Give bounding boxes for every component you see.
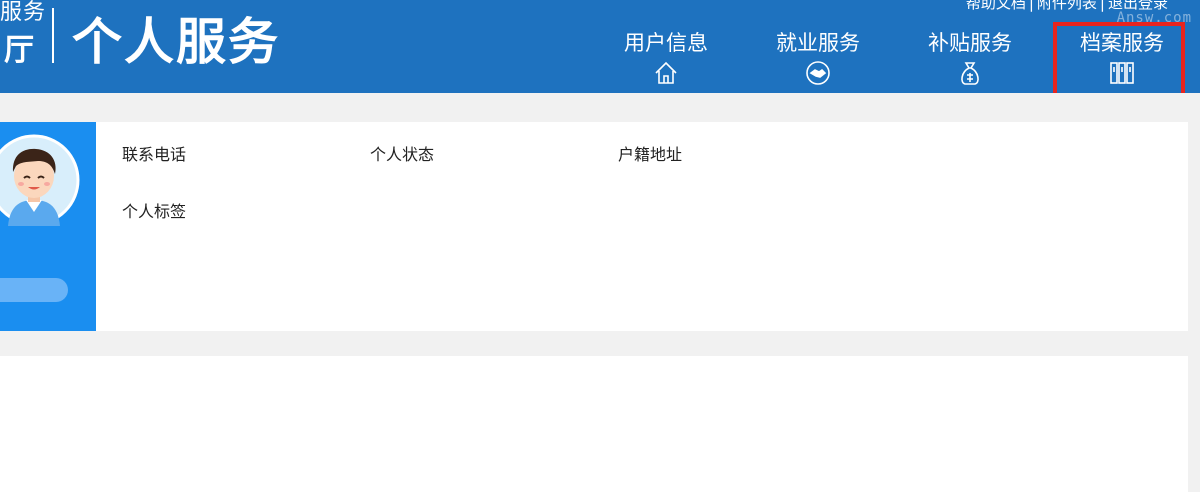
logo-divider	[52, 8, 54, 63]
page-title: 个人服务	[72, 12, 280, 71]
address-label: 户籍地址	[618, 145, 683, 164]
profile-sidebar	[0, 122, 96, 331]
nav-employment-label: 就业服务	[776, 31, 860, 55]
home-icon	[655, 61, 677, 84]
status-label: 个人状态	[370, 145, 435, 164]
avatar	[0, 134, 80, 226]
edit-profile-pill[interactable]	[0, 278, 68, 302]
content-panel	[0, 356, 1188, 492]
profile-card: 联系电话 个人状态 户籍地址 个人标签	[0, 122, 1188, 331]
tags-label: 个人标签	[122, 202, 187, 221]
handshake-icon	[806, 61, 830, 85]
nav-employment[interactable]: 就业服务	[763, 30, 873, 86]
highlight-box	[1053, 22, 1185, 93]
help-docs-link[interactable]: 帮助文档	[966, 0, 1026, 13]
logo-text-bottom: 厅	[4, 33, 34, 68]
attachments-link[interactable]: 附件列表	[1037, 0, 1097, 13]
link-separator: |	[1028, 0, 1034, 12]
nav-user-info-label: 用户信息	[624, 31, 708, 55]
nav-subsidy[interactable]: 补贴服务	[915, 30, 1025, 86]
top-header: 服务 厅 个人服务 帮助文档 | 附件列表 | 退出登录 Answ.com 用户信息 就…	[0, 0, 1200, 93]
nav-subsidy-label: 补贴服务	[928, 31, 1012, 55]
link-separator: |	[1099, 0, 1105, 12]
logo-text-top: 服务	[0, 0, 47, 25]
phone-label: 联系电话	[122, 145, 187, 164]
money-bag-icon	[961, 62, 979, 85]
nav-user-info[interactable]: 用户信息	[611, 30, 721, 86]
